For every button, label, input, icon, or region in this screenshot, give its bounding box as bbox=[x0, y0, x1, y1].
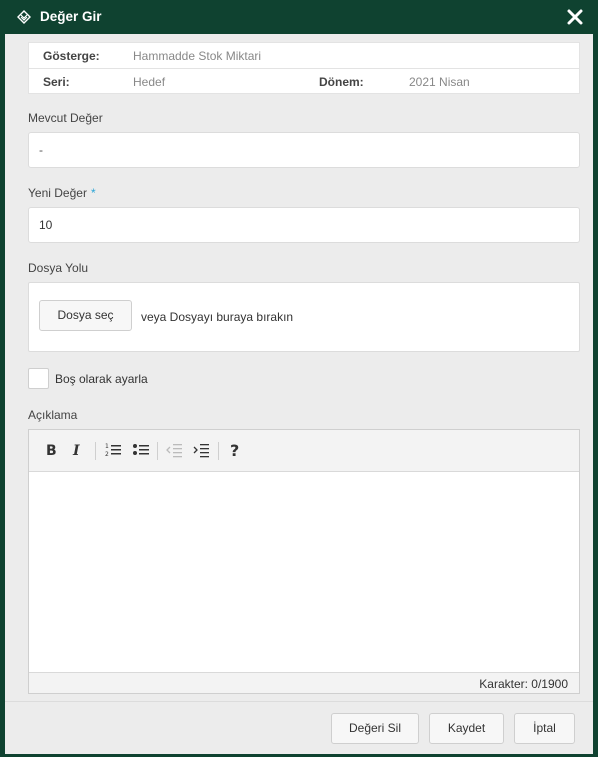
svg-text:?: ? bbox=[230, 441, 239, 460]
indicator-label: Gösterge: bbox=[43, 49, 100, 63]
ordered-list-icon[interactable]: 1 2 bbox=[103, 440, 123, 460]
svg-text:B: B bbox=[46, 443, 57, 459]
value-entry-dialog: Değer Gir Gösterge: Hammadde Stok Miktar… bbox=[0, 0, 598, 757]
file-drop-zone[interactable]: Dosya seç veya Dosyayı buraya bırakın bbox=[28, 282, 580, 352]
char-counter: Karakter: 0/1900 bbox=[479, 677, 568, 691]
set-empty-checkbox[interactable] bbox=[28, 368, 49, 389]
toolbar-divider bbox=[218, 442, 219, 460]
svg-text:1: 1 bbox=[105, 443, 109, 450]
help-icon[interactable]: ? bbox=[225, 440, 245, 460]
bold-icon[interactable]: B bbox=[42, 440, 62, 460]
description-editor: B I 1 2 ? Karakter: 0/1900 bbox=[28, 429, 580, 694]
file-path-label: Dosya Yolu bbox=[28, 261, 89, 275]
series-value: Hedef bbox=[133, 75, 166, 89]
layers-icon bbox=[17, 10, 31, 24]
current-value-label: Mevcut Değer bbox=[28, 111, 103, 125]
editor-statusbar: Karakter: 0/1900 bbox=[29, 672, 579, 693]
toolbar-divider bbox=[157, 442, 158, 460]
editor-toolbar: B I 1 2 ? bbox=[29, 430, 579, 472]
required-marker: * bbox=[90, 186, 96, 200]
delete-value-button[interactable]: Değeri Sil bbox=[331, 713, 419, 744]
series-label: Seri: bbox=[43, 75, 70, 89]
indent-icon[interactable] bbox=[191, 440, 211, 460]
set-empty-label[interactable]: Boş olarak ayarla bbox=[55, 372, 148, 386]
italic-icon[interactable]: I bbox=[68, 440, 88, 460]
new-value-input[interactable]: 10 bbox=[28, 207, 580, 243]
outdent-icon[interactable] bbox=[164, 440, 184, 460]
drop-hint: veya Dosyayı buraya bırakın bbox=[141, 310, 294, 324]
cancel-button[interactable]: İptal bbox=[514, 713, 575, 744]
svg-text:2: 2 bbox=[105, 451, 109, 458]
dialog-footer: Değeri Sil Kaydet İptal bbox=[5, 701, 593, 754]
info-panel: Gösterge: Hammadde Stok Miktari Seri: He… bbox=[28, 42, 580, 94]
new-value-label-text: Yeni Değer bbox=[28, 186, 87, 200]
description-label: Açıklama bbox=[28, 408, 78, 422]
new-value-label: Yeni Değer * bbox=[28, 186, 96, 200]
close-icon[interactable] bbox=[566, 8, 584, 26]
unordered-list-icon[interactable] bbox=[131, 440, 151, 460]
current-value-field: - bbox=[28, 132, 580, 168]
indicator-value: Hammadde Stok Miktari bbox=[133, 49, 262, 63]
save-button[interactable]: Kaydet bbox=[429, 713, 504, 744]
dialog-title: Değer Gir bbox=[40, 9, 102, 24]
toolbar-divider bbox=[95, 442, 96, 460]
dialog-titlebar: Değer Gir bbox=[0, 0, 598, 34]
description-textarea[interactable] bbox=[29, 472, 579, 672]
info-row-indicator: Gösterge: Hammadde Stok Miktari bbox=[29, 43, 579, 69]
dialog-content: Gösterge: Hammadde Stok Miktari Seri: He… bbox=[5, 34, 593, 701]
period-label: Dönem: bbox=[319, 75, 364, 89]
period-value: 2021 Nisan bbox=[409, 75, 470, 89]
choose-file-button[interactable]: Dosya seç bbox=[39, 300, 132, 331]
svg-text:I: I bbox=[72, 443, 80, 459]
